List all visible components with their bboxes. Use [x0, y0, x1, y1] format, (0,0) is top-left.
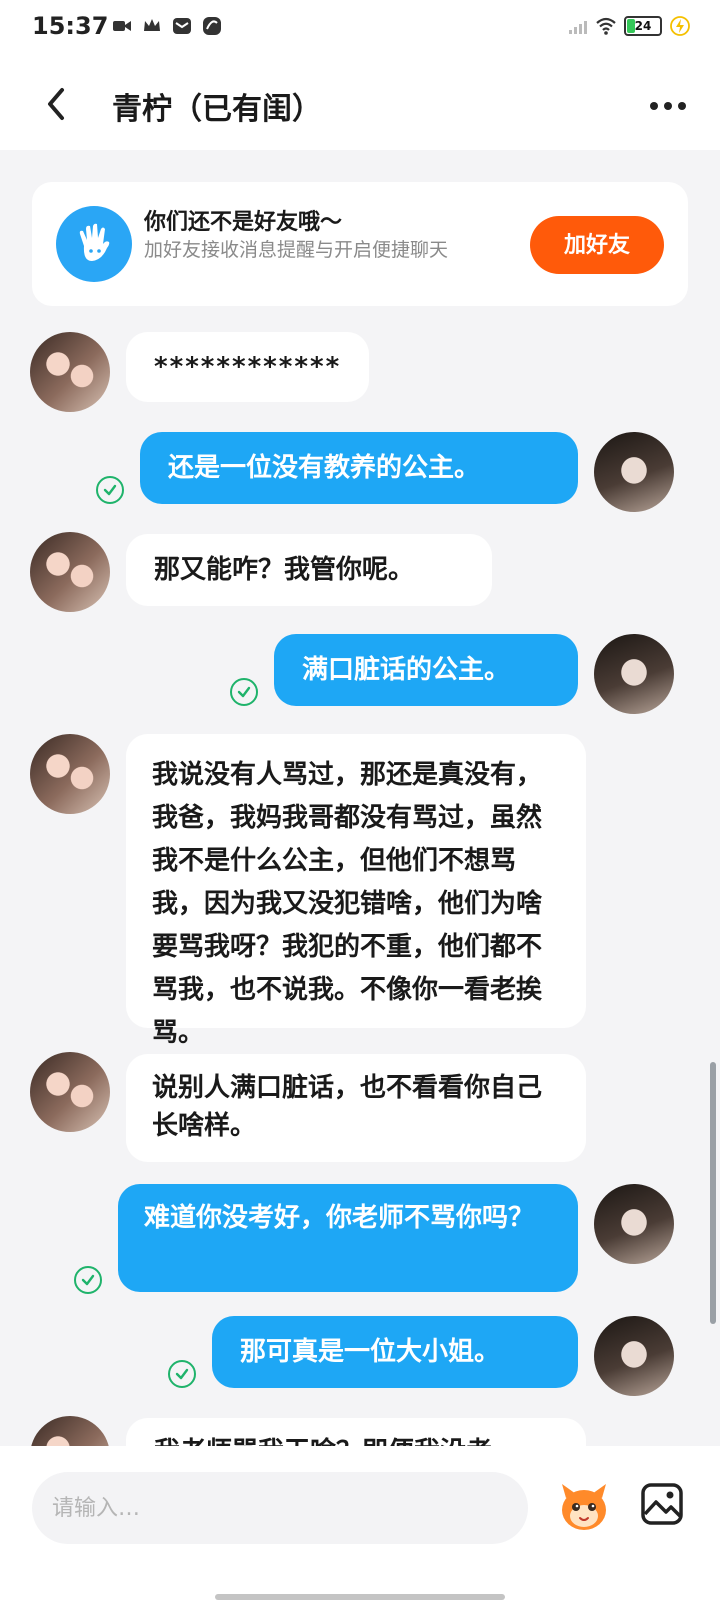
status-icons-right: 24 [568, 16, 690, 36]
my-avatar[interactable] [594, 432, 674, 512]
contact-avatar[interactable] [30, 734, 110, 814]
friend-prompt-title: 你们还不是好友哦～ [144, 210, 343, 235]
home-indicator [215, 1594, 505, 1600]
friend-prompt-description: 加好友接收消息提醒与开启便捷聊天 [144, 239, 449, 261]
scrollbar[interactable] [710, 1062, 716, 1324]
battery-level: 24 [634, 19, 652, 33]
status-bar: 15:37 24 [0, 0, 720, 58]
message-bubble-outgoing[interactable]: 那可真是一位大小姐。 [212, 1316, 578, 1388]
input-bar [0, 1446, 720, 1606]
chat-header: 青柠（已有闺） [0, 58, 720, 150]
more-options-button[interactable] [644, 82, 692, 130]
add-friend-button[interactable]: 加好友 [530, 216, 664, 274]
mascot-emoji-icon[interactable] [554, 1476, 614, 1536]
contact-avatar[interactable] [30, 332, 110, 412]
read-check-icon [96, 476, 124, 504]
add-friend-prompt: 你们还不是好友哦～ 加好友接收消息提醒与开启便捷聊天 加好友 [32, 182, 688, 306]
message-bubble-outgoing[interactable]: 还是一位没有教养的公主。 [140, 432, 578, 504]
message-bubble-outgoing[interactable]: 难道你没考好，你老师不骂你吗？ [118, 1184, 578, 1292]
status-time: 15:37 [32, 12, 109, 40]
read-check-icon [74, 1266, 102, 1294]
my-avatar[interactable] [594, 634, 674, 714]
wifi-icon [596, 17, 616, 35]
video-icon [113, 21, 131, 31]
read-check-icon [230, 678, 258, 706]
chat-title: 青柠（已有闺） [112, 92, 322, 127]
crown-icon [144, 19, 160, 31]
status-icons-left [112, 16, 222, 36]
message-bubble-outgoing[interactable]: 满口脏话的公主。 [274, 634, 578, 706]
message-bubble-incoming[interactable]: 那又能咋？我管你呢。 [126, 534, 492, 606]
signal-icon [569, 21, 587, 34]
mail-icon [173, 18, 191, 34]
image-icon[interactable] [638, 1480, 686, 1528]
app-icon [203, 17, 221, 35]
charging-icon [670, 16, 690, 36]
battery-icon: 24 [624, 16, 662, 36]
message-bubble-incoming[interactable]: 我说没有人骂过，那还是真没有，我爸，我妈我哥都没有骂过，虽然我不是什么公主，但他… [126, 734, 586, 1048]
message-input[interactable] [32, 1472, 528, 1544]
my-avatar[interactable] [594, 1316, 674, 1396]
my-avatar[interactable] [594, 1184, 674, 1264]
contact-avatar[interactable] [30, 1052, 110, 1132]
read-check-icon [168, 1360, 196, 1388]
contact-avatar[interactable] [30, 532, 110, 612]
waving-hand-icon [56, 206, 132, 282]
back-button[interactable] [34, 80, 82, 128]
message-bubble-incoming[interactable]: 说别人满口脏话，也不看看你自己长啥样。 [126, 1054, 586, 1162]
message-bubble-incoming[interactable]: ************ [126, 332, 370, 402]
